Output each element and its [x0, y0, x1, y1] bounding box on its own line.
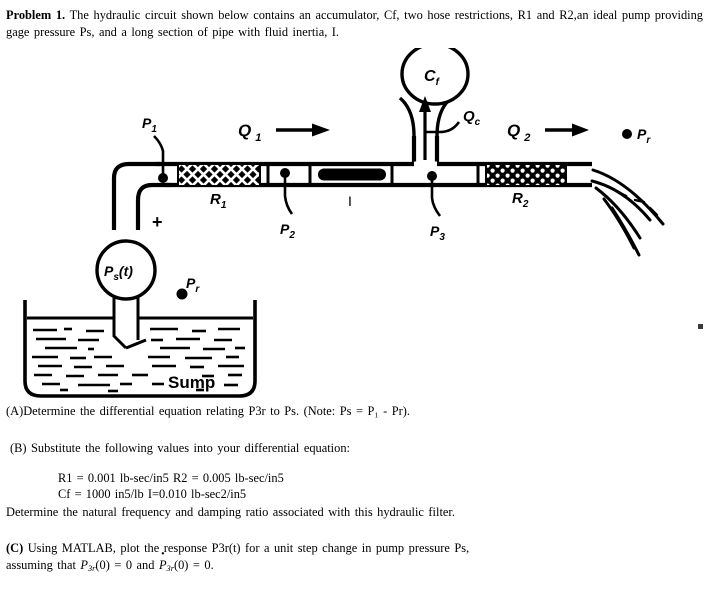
qc-leader — [425, 121, 461, 134]
part-c-line-1: Using MATLAB, plot the response P3r(t) f… — [27, 541, 470, 555]
problem-statement-text: The hydraulic circuit shown below contai… — [6, 8, 703, 39]
part-c-end: (0) = 0. — [173, 558, 214, 572]
pr-point-dot — [622, 129, 632, 139]
q1-arrow-head — [312, 123, 330, 137]
pump-downpipe-left — [112, 296, 128, 350]
discharge-jet — [590, 168, 665, 257]
problem-label: Problem 1. — [6, 8, 66, 22]
p2-leader — [283, 173, 294, 215]
accumulator-neck-left — [398, 96, 416, 137]
scan-artifact-speck — [698, 324, 703, 329]
part-c-text: (C) Using MATLAB, plot the response P3r(… — [6, 540, 696, 577]
part-c-label: (C) — [6, 541, 24, 555]
page-canvas: Problem 1. The hydraulic circuit shown b… — [0, 0, 709, 602]
problem-statement: Problem 1. The hydraulic circuit shown b… — [6, 7, 703, 41]
part-b-tail-text: Determine the natural frequency and damp… — [6, 505, 455, 519]
label-p3: P3 — [430, 223, 445, 243]
part-c-symbol-sub-2: 3r — [166, 564, 174, 573]
part-c-symbol-p: P — [80, 558, 88, 572]
restriction-r1-body — [177, 163, 261, 187]
label-q1: Q1 — [238, 121, 261, 144]
values-line-2: Cf = 1000 in5/lb I=0.010 lb-sec2/in5 — [58, 486, 247, 501]
part-c-symbol-pdot: P — [159, 557, 167, 574]
label-r1: R1 — [210, 191, 227, 211]
values-line-1: R1 = 0.001 lb-sec/in5 R2 = 0.005 lb-sec/… — [58, 471, 284, 485]
part-a-text: (A)Determine the differential equation r… — [6, 404, 411, 418]
label-qc: Qc — [463, 108, 481, 128]
part-c-line-2-pre: assuming that — [6, 558, 81, 572]
restriction-r2-body — [485, 163, 567, 187]
label-p2: P2 — [280, 221, 295, 241]
label-pr-exit: Pr — [637, 126, 651, 146]
hydraulic-circuit-figure: P1 P2 P3 Pr Pr Q1 Q2 Qc R1 R2 Cf I + Ps(… — [0, 48, 709, 398]
label-q2: Q2 — [507, 121, 530, 144]
p3-leader — [430, 176, 442, 217]
label-polarity-plus: + — [152, 212, 163, 232]
part-c-mid: (0) = 0 and — [95, 558, 159, 572]
q2-arrow-head — [572, 123, 589, 137]
pump-inlet-foot — [125, 338, 147, 350]
p1-leader — [153, 135, 165, 178]
part-b-text: (B) Substitute the following values into… — [10, 441, 350, 455]
label-p1: P1 — [142, 115, 157, 135]
label-r2: R2 — [512, 190, 529, 210]
given-values-block: R1 = 0.001 lb-sec/in5 R2 = 0.005 lb-sec/… — [58, 471, 678, 502]
label-pr-sump: Pr — [186, 275, 200, 295]
label-sump: Sump — [168, 373, 215, 392]
inertia-element-bar — [318, 168, 386, 181]
label-inertia: I — [348, 193, 352, 209]
